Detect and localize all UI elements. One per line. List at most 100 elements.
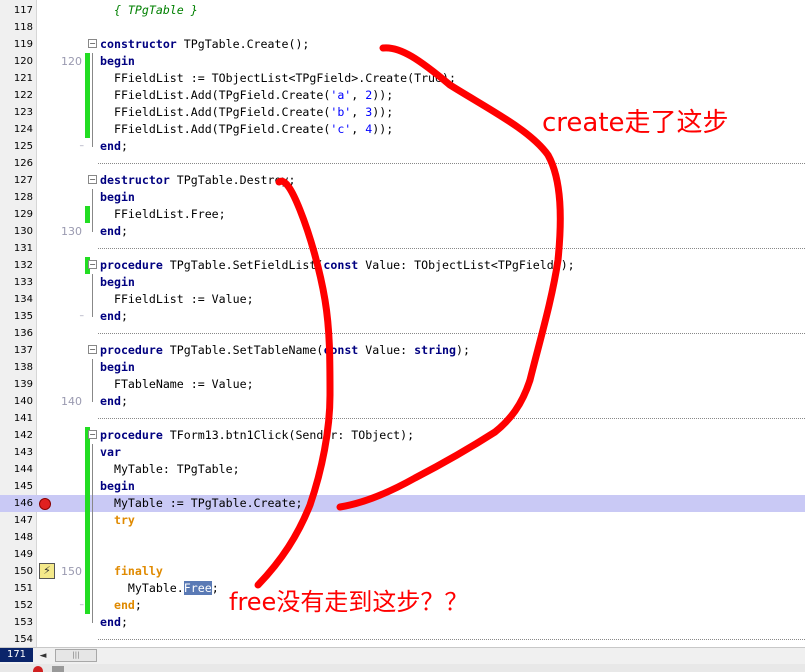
modified-line-marker [85,87,90,104]
code-line[interactable]: 120 120 begin [0,53,805,70]
code-line[interactable]: 128 begin [0,189,805,206]
code-text[interactable]: MyTable: TPgTable; [100,461,240,478]
code-line[interactable]: 133 begin [0,274,805,291]
fold-toggle-icon[interactable]: − [88,39,97,48]
code-text[interactable]: MyTable := TPgTable.Create; [100,495,302,512]
code-line[interactable]: 142 − procedure TForm13.btn1Click(Sender: … [0,427,805,444]
modified-line-marker [85,580,90,597]
code-text[interactable]: { TPgTable } [100,2,198,19]
line-tick-mark: 140 [61,395,82,408]
code-line[interactable]: 147 try [0,512,805,529]
scroll-left-icon[interactable]: ◄ [36,649,50,663]
code-text[interactable]: begin [100,478,135,495]
code-text[interactable]: FFieldList := Value; [100,291,254,308]
line-tick-mark: 120 [61,55,82,68]
breakpoint-status-icon [33,666,43,672]
code-line[interactable]: 141 [0,410,805,427]
code-text[interactable]: procedure TPgTable.SetTableName(const Va… [100,342,470,359]
code-line[interactable]: 146 MyTable := TPgTable.Create; [0,495,805,512]
code-line[interactable]: 131 [0,240,805,257]
fold-toggle-icon[interactable]: − [88,430,97,439]
code-line[interactable]: 126 [0,155,805,172]
code-text[interactable]: finally [100,563,163,580]
code-line[interactable]: 121 FFieldList := TObjectList<TPgField>.… [0,70,805,87]
line-number: 129 [13,209,33,220]
code-text[interactable]: end; [100,597,142,614]
code-line[interactable]: 118 [0,19,805,36]
code-text[interactable]: end; [100,308,128,325]
code-line[interactable]: 132 − procedure TPgTable.SetFieldList(cons… [0,257,805,274]
fold-guide-line [92,189,93,232]
code-line[interactable]: 139 FTableName := Value; [0,376,805,393]
line-number: 154 [13,634,33,645]
code-text[interactable]: destructor TPgTable.Destroy; [100,172,295,189]
code-text[interactable]: begin [100,53,135,70]
code-text[interactable]: begin [100,189,135,206]
breakpoint-icon[interactable] [39,498,51,510]
fold-toggle-icon[interactable]: − [88,175,97,184]
code-text[interactable]: begin [100,274,135,291]
horizontal-scrollbar[interactable]: ◄ ||| [0,647,805,665]
line-number: 149 [13,549,33,560]
code-line[interactable]: 154 [0,631,805,648]
code-text[interactable]: end; [100,138,128,155]
code-text[interactable]: FFieldList.Add(TPgField.Create('a', 2)); [100,87,393,104]
line-number: 143 [13,447,33,458]
code-line[interactable]: 135 – end; [0,308,805,325]
code-text[interactable]: procedure TPgTable.SetFieldList(const Va… [100,257,575,274]
free-annotation: free没有走到这步？？ [229,588,469,616]
code-line[interactable]: 149 [0,546,805,563]
line-number: 118 [13,22,33,33]
code-line[interactable]: 148 [0,529,805,546]
code-line[interactable]: 119 − constructor TPgTable.Create(); [0,36,805,53]
code-text[interactable]: end; [100,614,128,631]
code-line[interactable]: 137 − procedure TPgTable.SetTableName(cons… [0,342,805,359]
line-number: 132 [13,260,33,271]
code-line[interactable]: 145 begin [0,478,805,495]
code-line[interactable]: 140 140 end; [0,393,805,410]
code-text[interactable]: end; [100,223,128,240]
code-line[interactable]: 127 − destructor TPgTable.Destroy; [0,172,805,189]
modified-line-marker [85,495,90,512]
line-tick-dash: – [79,600,85,610]
code-text[interactable]: try [100,512,135,529]
fold-toggle-icon[interactable]: − [88,345,97,354]
modified-line-marker [85,529,90,546]
line-number: 127 [13,175,33,186]
code-line[interactable]: 125 – end; [0,138,805,155]
code-text[interactable]: MyTable.Free; [100,580,219,597]
code-text[interactable]: FFieldList.Add(TPgField.Create('c', 4)); [100,121,393,138]
modified-line-marker [85,512,90,529]
line-number: 125 [13,141,33,152]
modified-line-marker [85,597,90,614]
code-text[interactable]: FFieldList := TObjectList<TPgField>.Crea… [100,70,456,87]
modified-line-marker [85,53,90,70]
code-text[interactable]: FTableName := Value; [100,376,254,393]
line-number: 124 [13,124,33,135]
fold-toggle-icon[interactable]: − [88,260,97,269]
execution-point-icon[interactable]: ⚡ [39,563,55,579]
code-line[interactable]: 136 [0,325,805,342]
code-text[interactable]: end; [100,393,128,410]
code-line[interactable]: 134 FFieldList := Value; [0,291,805,308]
code-line[interactable]: 138 begin [0,359,805,376]
line-number: 135 [13,311,33,322]
modified-line-marker [85,70,90,87]
code-text[interactable]: constructor TPgTable.Create(); [100,36,309,53]
modified-line-marker [85,121,90,138]
code-line[interactable]: 130 130 end; [0,223,805,240]
code-line[interactable]: 144 MyTable: TPgTable; [0,461,805,478]
line-tick-mark: 130 [61,225,82,238]
code-text[interactable]: FFieldList.Add(TPgField.Create('b', 3)); [100,104,393,121]
code-text[interactable]: FFieldList.Free; [100,206,226,223]
scroll-thumb[interactable]: ||| [55,649,97,662]
code-text[interactable]: var [100,444,121,461]
code-text[interactable]: procedure TForm13.btn1Click(Sender: TObj… [100,427,414,444]
code-text[interactable]: begin [100,359,135,376]
line-number: 123 [13,107,33,118]
code-line[interactable]: 117 { TPgTable } [0,2,805,19]
code-line[interactable]: 150 150 ⚡ finally [0,563,805,580]
code-line[interactable]: 129 FFieldList.Free; [0,206,805,223]
line-number: 138 [13,362,33,373]
code-line[interactable]: 143 var [0,444,805,461]
